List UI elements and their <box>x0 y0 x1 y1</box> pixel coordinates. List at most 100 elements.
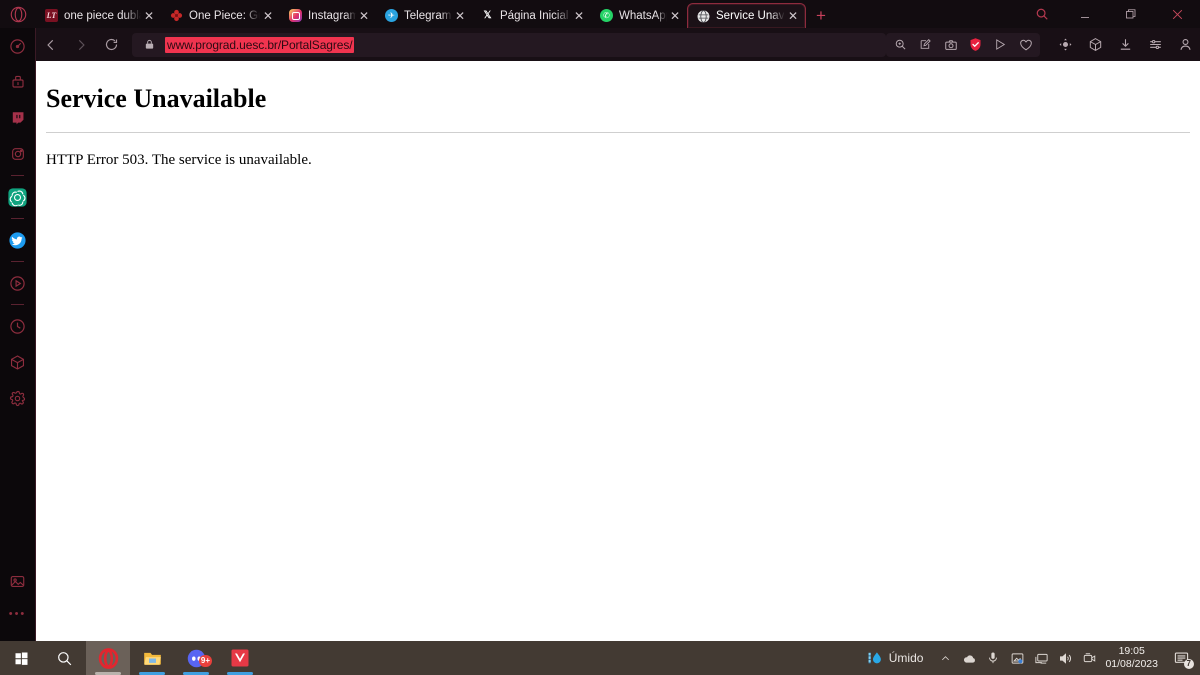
taskbar-app-opera[interactable] <box>86 641 130 675</box>
tab-close-icon[interactable]: ✕ <box>452 8 468 24</box>
tab-service-unavailable[interactable]: Service Unavailable ✕ <box>687 3 806 28</box>
profile-icon[interactable] <box>1170 32 1200 58</box>
sidebar-item-gallery[interactable] <box>0 563 36 599</box>
maximize-icon[interactable] <box>1108 0 1154 28</box>
screen: LT one piece dublado ✕ O <box>0 0 1200 675</box>
notification-count: 7 <box>1183 659 1194 669</box>
tab-title: Instagram <box>308 9 356 22</box>
tab-search-icon[interactable] <box>1022 0 1062 28</box>
tab-title: one piece dublado <box>64 9 141 22</box>
sidebar-item-player[interactable] <box>0 265 36 301</box>
clock-date: 01/08/2023 <box>1105 658 1158 670</box>
globe-favicon <box>697 9 710 23</box>
taskbar-app-discord[interactable]: 9+ <box>174 641 218 675</box>
adblock-shield-icon[interactable] <box>963 33 988 57</box>
tab-telegram-web[interactable]: ✈ Telegram Web ✕ <box>376 3 472 28</box>
taskbar-app-valorant[interactable] <box>218 641 262 675</box>
tab-one-piece-guia[interactable]: One Piece: Guia de ✕ <box>161 3 280 28</box>
tab-list: LT one piece dublado ✕ O <box>36 0 806 28</box>
volume-speaker-icon[interactable] <box>1053 641 1077 675</box>
sidebar-item-twitter[interactable] <box>0 222 36 258</box>
start-button[interactable] <box>0 641 42 675</box>
notification-center-button[interactable]: 7 <box>1166 641 1196 675</box>
tab-close-icon[interactable]: ✕ <box>141 8 157 24</box>
send-icon[interactable] <box>988 33 1013 57</box>
address-bar[interactable]: www.prograd.uesc.br/PortalSagres/ <box>132 32 886 57</box>
chevron-up-icon[interactable] <box>933 641 957 675</box>
zoom-search-icon[interactable] <box>888 33 913 57</box>
minimize-icon[interactable] <box>1062 0 1108 28</box>
reload-button[interactable] <box>96 32 126 58</box>
url-input[interactable]: www.prograd.uesc.br/PortalSagres/ <box>165 36 355 53</box>
forward-button[interactable] <box>66 32 96 58</box>
sidebar-divider <box>11 261 24 262</box>
tab-close-icon[interactable]: ✕ <box>356 8 372 24</box>
back-button[interactable] <box>36 32 66 58</box>
sidebar-divider <box>11 175 24 176</box>
taskbar-app-file-explorer[interactable] <box>130 641 174 675</box>
webcam-icon[interactable] <box>1077 641 1101 675</box>
onedrive-cloud-icon[interactable] <box>957 641 981 675</box>
sidebar-item-speed-dial[interactable] <box>0 28 36 64</box>
sidebar-more-dots-icon[interactable]: ••• <box>0 599 36 629</box>
heart-favorite-icon[interactable] <box>1013 33 1038 57</box>
sidebar-item-chatgpt[interactable] <box>0 179 36 215</box>
close-icon[interactable] <box>1154 0 1200 28</box>
weather-label: Úmido <box>888 651 924 665</box>
sidebar-item-messenger[interactable] <box>0 64 36 100</box>
tab-pagina-inicial-x[interactable]: 𝕏 Página Inicial / X ✕ <box>472 3 591 28</box>
tab-close-icon[interactable]: ✕ <box>260 8 276 24</box>
weather-widget[interactable]: Úmido <box>861 650 934 667</box>
downloads-icon[interactable] <box>1110 32 1140 58</box>
tab-whatsapp[interactable]: ✆ WhatsApp ✕ <box>591 3 687 28</box>
page-actions-group <box>886 32 1040 57</box>
tab-title: Service Unavailable <box>716 10 785 22</box>
tab-one-piece-dublado[interactable]: LT one piece dublado ✕ <box>36 3 161 28</box>
tab-title: One Piece: Guia de <box>189 9 260 22</box>
new-tab-button[interactable]: + <box>806 3 836 28</box>
screen-capture-icon[interactable] <box>1005 641 1029 675</box>
tab-title: Telegram Web <box>404 9 452 22</box>
tab-close-icon[interactable]: ✕ <box>571 8 587 24</box>
sidebar-divider <box>11 304 24 305</box>
address-toolbar: www.prograd.uesc.br/PortalSagres/ <box>36 28 1200 61</box>
tab-close-icon[interactable]: ✕ <box>667 8 683 24</box>
tab-title: Página Inicial / X <box>500 9 571 22</box>
tab-strip: LT one piece dublado ✕ O <box>0 0 1200 28</box>
error-message: HTTP Error 503. The service is unavailab… <box>46 152 312 169</box>
microphone-icon[interactable] <box>981 641 1005 675</box>
opera-menu-button[interactable] <box>0 0 36 28</box>
discord-badge: 9+ <box>198 655 212 667</box>
whatsapp-favicon: ✆ <box>600 9 613 22</box>
windows-taskbar: 9+ Úmido 19:05 01/08/2023 7 <box>0 641 1200 675</box>
page-edit-icon[interactable] <box>913 33 938 57</box>
easy-setup-icon[interactable] <box>1140 32 1170 58</box>
tab-close-icon[interactable]: ✕ <box>785 8 801 24</box>
clock-time: 19:05 <box>1118 644 1145 657</box>
toolbar-icons <box>886 32 1200 58</box>
sidebar-item-twitch[interactable] <box>0 100 36 136</box>
page-content: Service Unavailable HTTP Error 503. The … <box>36 61 1200 641</box>
sidebar-divider <box>11 218 24 219</box>
crypto-wallet-icon[interactable] <box>1050 32 1080 58</box>
sidebar-item-settings[interactable] <box>0 380 36 416</box>
opera-sidebar: ••• <box>0 28 36 641</box>
tab-title: WhatsApp <box>619 9 667 22</box>
taskbar-clock[interactable]: 19:05 01/08/2023 <box>1101 645 1166 671</box>
lt-favicon: LT <box>45 9 58 22</box>
tab-instagram[interactable]: Instagram ✕ <box>280 3 376 28</box>
telegram-favicon: ✈ <box>385 9 398 22</box>
taskbar-search-icon[interactable] <box>42 641 86 675</box>
sidebar-item-instagram[interactable] <box>0 136 36 172</box>
snapshot-camera-icon[interactable] <box>938 33 963 57</box>
flower-favicon <box>170 9 183 22</box>
page-divider <box>46 132 1190 134</box>
sidebar-item-package[interactable] <box>0 344 36 380</box>
window-controls <box>1022 0 1200 28</box>
instagram-favicon <box>289 9 302 22</box>
sidebar-item-history[interactable] <box>0 308 36 344</box>
lock-icon[interactable] <box>140 39 158 50</box>
opera-module-icon[interactable] <box>1080 32 1110 58</box>
network-monitor-icon[interactable] <box>1029 641 1053 675</box>
opera-browser-window: LT one piece dublado ✕ O <box>0 0 1200 641</box>
